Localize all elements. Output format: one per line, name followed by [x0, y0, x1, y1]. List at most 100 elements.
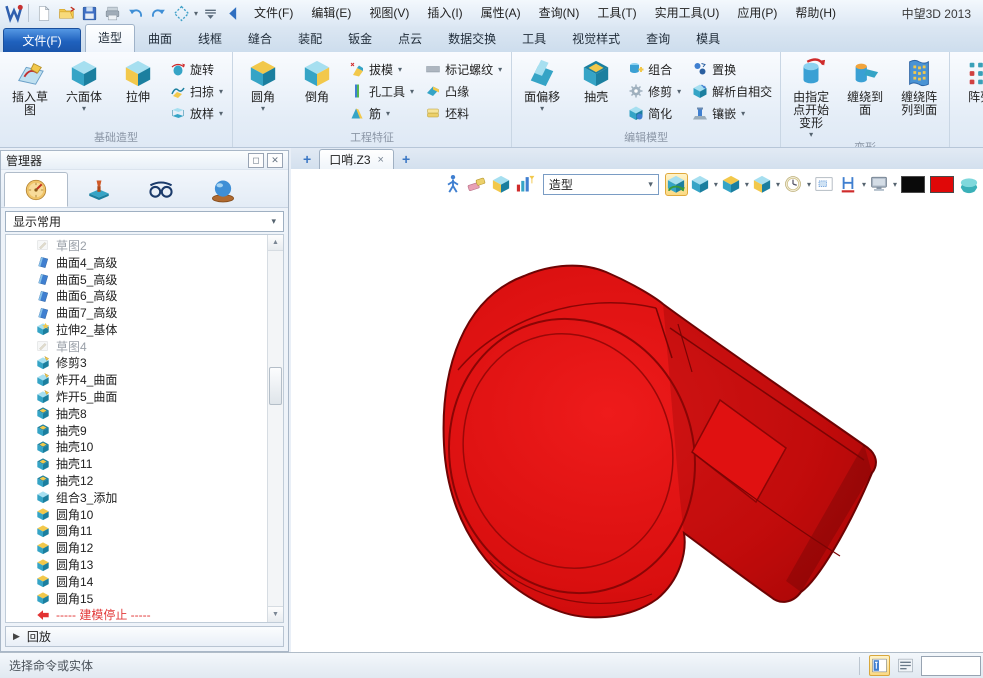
tree-item[interactable]: 抽壳9	[6, 422, 283, 439]
new-tab-icon[interactable]: +	[295, 151, 319, 169]
tree-item[interactable]: 拉伸2_基体	[6, 321, 283, 338]
tree-scrollbar[interactable]: ▲ ▼	[267, 235, 283, 622]
tree-item[interactable]: 抽壳10	[6, 439, 283, 456]
ribbon-small-button[interactable]: 组合	[625, 58, 685, 80]
ribbon-small-button[interactable]: 简化	[625, 102, 685, 124]
ribbon-tab[interactable]: 钣金	[335, 25, 385, 52]
tree-item[interactable]: 抽壳11	[6, 455, 283, 472]
ribbon-small-button[interactable]: 标记螺纹▾	[422, 58, 506, 80]
ribbon-tab[interactable]: 点云	[385, 25, 435, 52]
view-face-icon[interactable]	[751, 173, 774, 196]
whistle-3d-model[interactable]	[420, 250, 900, 630]
tree-item[interactable]: 组合3_添加	[6, 489, 283, 506]
view-orient-icon[interactable]	[170, 2, 193, 24]
ribbon-button[interactable]: 缠绕到面	[838, 54, 892, 139]
ribbon-tab[interactable]: 查询	[633, 25, 683, 52]
menu-item[interactable]: 属性(A)	[472, 1, 530, 26]
ribbon-button[interactable]: 插入草图	[3, 54, 57, 129]
view-iso-icon[interactable]	[720, 173, 743, 196]
menu-item[interactable]: 插入(I)	[418, 1, 471, 26]
section-view-icon[interactable]	[837, 173, 860, 196]
tree-item[interactable]: 圆角14	[6, 573, 283, 590]
tree-item[interactable]: 草图4	[6, 338, 283, 355]
add-tab-icon[interactable]: +	[394, 151, 418, 169]
environment-select[interactable]: 造型▾	[543, 174, 659, 195]
redo-icon[interactable]	[147, 2, 170, 24]
tab-close-icon[interactable]: ×	[378, 154, 384, 166]
ribbon-small-button[interactable]: 旋转	[167, 58, 227, 80]
panel-toggle-icon[interactable]	[869, 655, 890, 676]
menu-item[interactable]: 实用工具(U)	[646, 1, 729, 26]
ribbon-tab[interactable]: 模具	[683, 25, 733, 52]
tree-item[interactable]: 曲面5_高级	[6, 271, 283, 288]
color-red-swatch[interactable]	[930, 176, 954, 193]
ribbon-button[interactable]: 倒角	[290, 54, 344, 129]
open-file-icon[interactable]	[55, 2, 78, 24]
tree-item[interactable]: 炸开4_曲面	[6, 371, 283, 388]
ribbon-button[interactable]: 抽壳	[569, 54, 623, 129]
collapse-menubar-icon[interactable]	[222, 2, 245, 24]
eraser-icon[interactable]	[466, 173, 489, 196]
auto-regen-icon[interactable]	[665, 173, 688, 196]
close-panel-icon[interactable]: ✕	[267, 153, 283, 168]
viewport[interactable]: 造型▾▾▾▾▾▾▾	[291, 169, 983, 652]
ribbon-small-button[interactable]: 孔工具▾	[346, 80, 418, 102]
ribbon-tab[interactable]: 缝合	[235, 25, 285, 52]
tree-item[interactable]: 圆角13	[6, 556, 283, 573]
tree-item[interactable]: 曲面6_高级	[6, 287, 283, 304]
ribbon-small-button[interactable]: 修剪▾	[625, 80, 685, 102]
ribbon-button[interactable]: 六面体▾	[57, 54, 111, 129]
display-mode-icon[interactable]	[868, 173, 891, 196]
new-file-icon[interactable]	[32, 2, 55, 24]
tree-item[interactable]: 抽壳12	[6, 472, 283, 489]
walkthrough-icon[interactable]	[442, 173, 465, 196]
save-icon[interactable]	[78, 2, 101, 24]
ribbon-button[interactable]: 拉伸	[111, 54, 165, 129]
pick-filter-cube-icon[interactable]	[490, 173, 513, 196]
view-standard-icon[interactable]	[689, 173, 712, 196]
ribbon-small-button[interactable]: 拔模▾	[346, 58, 418, 80]
menu-item[interactable]: 视图(V)	[360, 1, 418, 26]
ribbon-small-button[interactable]: 坯料	[422, 102, 506, 124]
material-render-icon[interactable]	[957, 173, 980, 196]
scrollbar-thumb[interactable]	[269, 367, 282, 405]
ribbon-small-button[interactable]: 解析自相交	[689, 80, 775, 102]
ribbon-small-button[interactable]: 放样▾	[167, 102, 227, 124]
tree-item[interactable]: 抽壳8	[6, 405, 283, 422]
undo-icon[interactable]	[124, 2, 147, 24]
ribbon-small-button[interactable]: 置换	[689, 58, 775, 80]
ribbon-tab[interactable]: 造型	[85, 24, 135, 52]
print-icon[interactable]	[101, 2, 124, 24]
tree-item[interactable]: 圆角15	[6, 590, 283, 607]
menu-item[interactable]: 编辑(E)	[302, 1, 360, 26]
menu-item[interactable]: 查询(N)	[530, 1, 589, 26]
ribbon-button[interactable]: 面偏移▾	[515, 54, 569, 129]
tree-item[interactable]: 修剪3	[6, 355, 283, 372]
tree-item[interactable]: 曲面7_高级	[6, 304, 283, 321]
file-menu-button[interactable]: 文件(F)	[3, 28, 81, 52]
quick-input-field[interactable]	[921, 656, 981, 676]
tree-item[interactable]: 草图2	[6, 237, 283, 254]
view-rotate-icon[interactable]	[782, 173, 805, 196]
ribbon-small-button[interactable]: 筋▾	[346, 102, 418, 124]
zoom-window-icon[interactable]	[813, 173, 836, 196]
tree-item[interactable]: 曲面4_高级	[6, 254, 283, 271]
ribbon-small-button[interactable]: 凸缘	[422, 80, 506, 102]
ribbon-tab[interactable]: 数据交换	[435, 25, 509, 52]
float-panel-icon[interactable]: ◻	[248, 153, 264, 168]
ribbon-tab[interactable]: 视觉样式	[559, 25, 633, 52]
menu-item[interactable]: 文件(F)	[245, 1, 302, 26]
ribbon-tab[interactable]: 线框	[185, 25, 235, 52]
ribbon-button[interactable]: 由指定点开始变形▾	[784, 54, 838, 139]
color-black-swatch[interactable]	[901, 176, 925, 193]
visual-manager-tab[interactable]	[130, 174, 192, 207]
ribbon-small-button[interactable]: 镶嵌▾	[689, 102, 775, 124]
tree-item[interactable]: 圆角10	[6, 506, 283, 523]
tree-item[interactable]: 圆角11	[6, 523, 283, 540]
tree-item[interactable]: ----- 建模停止 -----	[6, 607, 283, 623]
menu-item[interactable]: 帮助(H)	[786, 1, 845, 26]
ribbon-small-button[interactable]: 扫掠▾	[167, 80, 227, 102]
customize-quickbar-icon[interactable]	[199, 2, 222, 24]
ribbon-tab[interactable]: 工具	[509, 25, 559, 52]
replay-section[interactable]: ▶ 回放	[5, 626, 284, 647]
